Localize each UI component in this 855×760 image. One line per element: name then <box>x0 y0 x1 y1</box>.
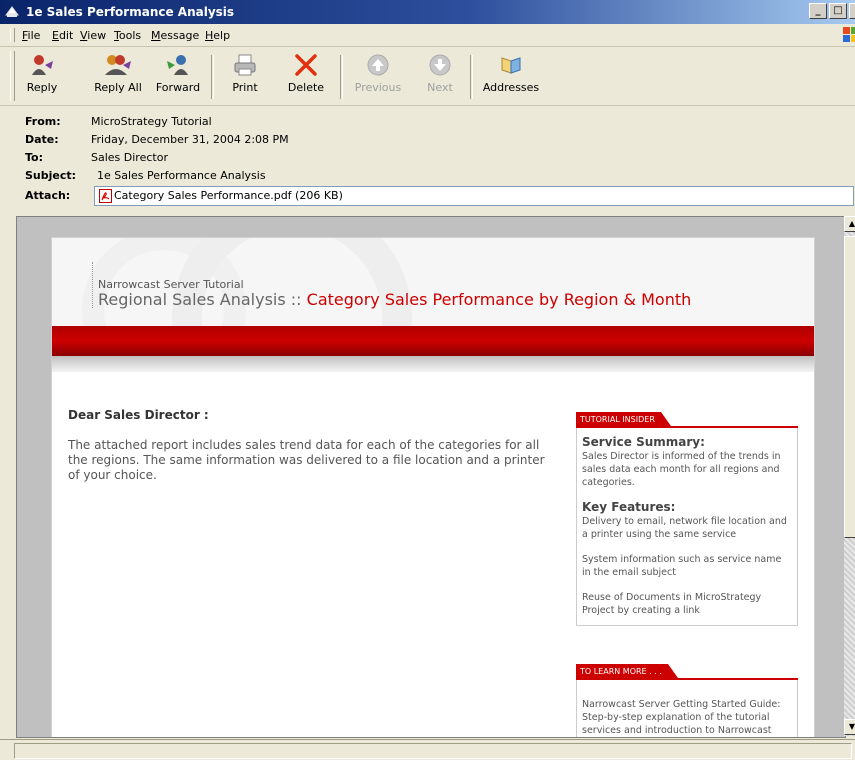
scroll-down-button[interactable]: ▼ <box>844 719 855 735</box>
delete-x-icon <box>295 54 317 76</box>
message-body-pane: Narrowcast Server Tutorial Regional Sale… <box>16 216 846 738</box>
learn-more-panel: TO LEARN MORE . . . Narrowcast Server Ge… <box>576 664 798 737</box>
menu-tools[interactable]: Tools <box>114 29 141 42</box>
menu-grip <box>10 28 15 42</box>
close-button[interactable]: × <box>849 3 855 19</box>
window-title: 1e Sales Performance Analysis <box>26 5 235 19</box>
maximize-button[interactable]: □ <box>829 3 847 19</box>
to-value: Sales Director <box>91 151 168 164</box>
print-button[interactable]: Print <box>228 51 262 103</box>
tutorial-insider-panel: TUTORIAL INSIDER Service Summary: Sales … <box>576 412 798 626</box>
previous-button[interactable]: Previous <box>354 51 402 103</box>
forward-icon <box>167 55 188 75</box>
toolbar: Reply Reply All Forward Print Delete Pre… <box>0 47 855 106</box>
red-banner <box>52 326 814 356</box>
menu-bar: File Edit View Tools Message Help <box>0 24 855 47</box>
delete-button[interactable]: Delete <box>287 51 325 103</box>
address-book-icon <box>501 57 521 74</box>
reply-icon <box>32 55 53 75</box>
menu-edit[interactable]: Edit <box>52 29 73 42</box>
menu-help[interactable]: Help <box>205 29 230 42</box>
attachment-name[interactable]: Category Sales Performance.pdf (206 KB) <box>114 189 343 202</box>
scroll-up-button[interactable]: ▲ <box>844 216 855 232</box>
forward-button[interactable]: Forward <box>154 51 202 103</box>
body-paragraph: The attached report includes sales trend… <box>68 438 545 482</box>
mail-app-icon <box>5 6 19 17</box>
title-bar: 1e Sales Performance Analysis _ □ × <box>0 0 855 24</box>
tutorial-insider-box: Service Summary: Sales Director is infor… <box>576 428 798 626</box>
document-title: Regional Sales Analysis :: Category Sale… <box>98 290 692 309</box>
printer-icon <box>234 54 256 76</box>
toolbar-separator <box>211 55 214 99</box>
from-value: MicroStrategy Tutorial <box>91 115 212 128</box>
reply-button[interactable]: Reply <box>22 51 62 103</box>
document-header: Narrowcast Server Tutorial Regional Sale… <box>52 238 814 326</box>
vertical-scrollbar[interactable]: ▲ ▼ <box>844 216 855 736</box>
greeting: Dear Sales Director : <box>68 408 209 422</box>
learn-more-tab: TO LEARN MORE . . . <box>576 664 798 680</box>
windows-logo-icon <box>843 27 855 42</box>
scroll-thumb[interactable] <box>844 236 855 538</box>
status-bar <box>0 739 855 760</box>
header-divider <box>92 262 94 308</box>
reply-all-icon <box>105 55 131 75</box>
email-document: Narrowcast Server Tutorial Regional Sale… <box>51 237 815 737</box>
addresses-button[interactable]: Addresses <box>482 51 540 103</box>
tutorial-insider-tab: TUTORIAL INSIDER <box>576 412 798 428</box>
attachment-field[interactable]: Category Sales Performance.pdf (206 KB) <box>94 186 854 206</box>
minimize-button[interactable]: _ <box>809 3 827 19</box>
menu-view[interactable]: View <box>80 29 106 42</box>
menu-file[interactable]: File <box>22 29 40 42</box>
banner-shadow <box>52 356 814 372</box>
toolbar-separator <box>470 55 473 99</box>
learn-more-box: Narrowcast Server Getting Started Guide:… <box>576 680 798 737</box>
pdf-icon <box>99 189 112 203</box>
status-panel <box>14 743 852 759</box>
subject-value: 1e Sales Performance Analysis <box>97 169 266 182</box>
down-arrow-icon <box>429 54 451 76</box>
date-value: Friday, December 31, 2004 2:08 PM <box>91 133 289 146</box>
up-arrow-icon <box>367 54 389 76</box>
toolbar-grip <box>10 51 15 101</box>
reply-all-button[interactable]: Reply All <box>92 51 144 103</box>
toolbar-separator <box>340 55 343 99</box>
next-button[interactable]: Next <box>422 51 458 103</box>
menu-message[interactable]: Message <box>151 29 199 42</box>
